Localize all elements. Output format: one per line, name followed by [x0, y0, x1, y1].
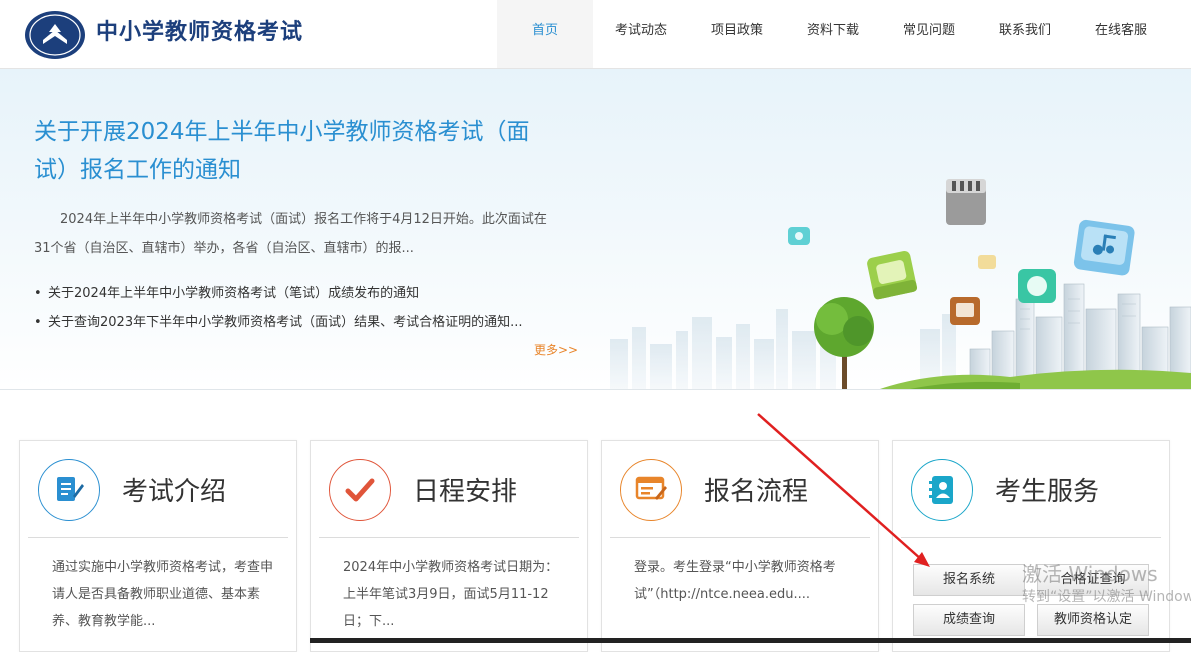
headline-summary: 2024年上半年中小学教师资格考试（面试）报名工作将于4月12日开始。此次面试在… — [34, 212, 547, 256]
card-text: 通过实施中小学教师资格考试，考查申请人是否具备教师职业道德、基本素养、教育教学能… — [52, 560, 274, 629]
news-item[interactable]: • 关于查询2023年下半年中小学教师资格考试（面试）结果、考试合格证明的通知..… — [34, 308, 579, 337]
card-title: 考生服务 — [995, 477, 1100, 507]
site-header: 中小学教师资格考试 首页 考试动态 项目政策 资料下载 常见问题 联系我们 在线… — [0, 0, 1191, 69]
form-pen-icon — [620, 459, 682, 521]
registration-process-card[interactable]: 报名流程 登录。考生登录“中小学教师资格考试”（http://ntce.neea… — [601, 440, 879, 652]
schedule-card[interactable]: 日程安排 2024年中小学教师资格考试日期为：上半年笔试3月9日，面试5月11-… — [310, 440, 588, 652]
card-divider — [901, 537, 1161, 538]
checkmark-icon — [329, 459, 391, 521]
card-title: 日程安排 — [413, 477, 518, 507]
nav-online-service[interactable]: 在线客服 — [1073, 0, 1169, 68]
nav-home[interactable]: 首页 — [497, 0, 593, 68]
card-divider — [28, 537, 288, 538]
nav-contact[interactable]: 联系我们 — [977, 0, 1073, 68]
nav-exam-news[interactable]: 考试动态 — [593, 0, 689, 68]
card-text: 2024年中小学教师资格考试日期为：上半年笔试3月9日，面试5月11-12日；下… — [343, 560, 559, 629]
document-pen-icon — [38, 459, 100, 521]
news-item-text: 关于2024年上半年中小学教师资格考试（笔试）成绩发布的通知 — [48, 286, 420, 301]
news-banner: 关于开展2024年上半年中小学教师资格考试（面试）报名工作的通知 2024年上半… — [0, 69, 1191, 390]
bottom-bar — [310, 638, 1191, 643]
teacher-qualification-button[interactable]: 教师资格认定 — [1037, 604, 1149, 636]
more-link[interactable]: 更多>> — [534, 341, 578, 358]
card-divider — [319, 537, 579, 538]
headline-link[interactable]: 关于开展2024年上半年中小学教师资格考试（面试）报名工作的通知 — [34, 113, 564, 189]
candidate-service-card: 考生服务 报名系统 合格证查询 成绩查询 教师资格认定 — [892, 440, 1170, 652]
site-logo[interactable] — [24, 10, 86, 60]
news-item-text: 关于查询2023年下半年中小学教师资格考试（面试）结果、考试合格证明的通知... — [48, 315, 523, 330]
nav-faq[interactable]: 常见问题 — [881, 0, 977, 68]
card-title: 报名流程 — [704, 477, 809, 507]
card-divider — [610, 537, 870, 538]
windows-watermark: 激活 Windows — [1022, 562, 1158, 586]
registration-system-button[interactable]: 报名系统 — [913, 564, 1025, 596]
main-nav: 首页 考试动态 项目政策 资料下载 常见问题 联系我们 在线客服 — [497, 0, 1169, 68]
bullet: • — [34, 315, 42, 330]
site-title[interactable]: 中小学教师资格考试 — [96, 14, 303, 46]
score-query-button[interactable]: 成绩查询 — [913, 604, 1025, 636]
card-title: 考试介绍 — [122, 477, 227, 507]
address-book-icon — [911, 459, 973, 521]
windows-watermark-sub: 转到“设置”以激活 Windows。 — [1022, 589, 1191, 605]
nav-downloads[interactable]: 资料下载 — [785, 0, 881, 68]
exam-intro-card[interactable]: 考试介绍 通过实施中小学教师资格考试，考查申请人是否具备教师职业道德、基本素养、… — [19, 440, 297, 652]
nav-policy[interactable]: 项目政策 — [689, 0, 785, 68]
news-list: • 关于2024年上半年中小学教师资格考试（笔试）成绩发布的通知 • 关于查询202… — [34, 279, 579, 337]
card-text: 登录。考生登录“中小学教师资格考试”（http://ntce.neea.edu.… — [634, 560, 836, 602]
news-item[interactable]: • 关于2024年上半年中小学教师资格考试（笔试）成绩发布的通知 — [34, 279, 579, 308]
bullet: • — [34, 286, 42, 301]
city-illustration — [610, 179, 1191, 389]
